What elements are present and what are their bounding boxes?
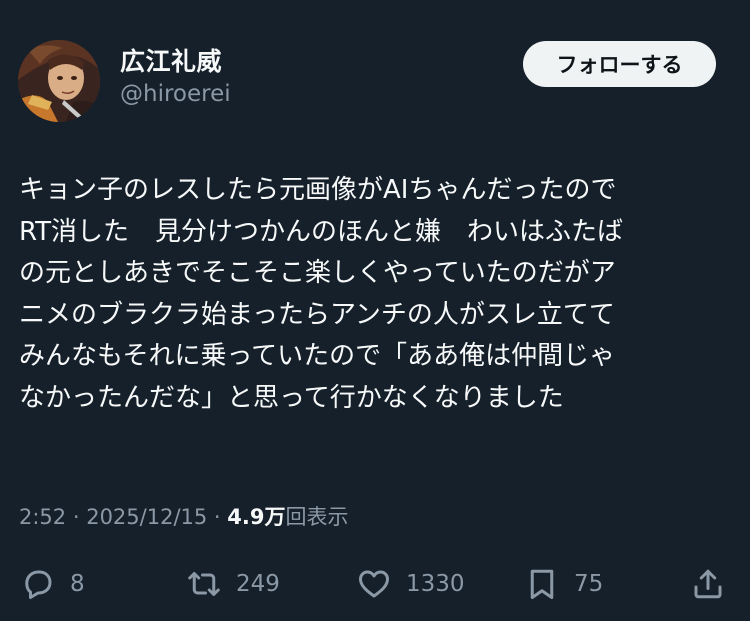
avatar-image xyxy=(18,40,100,122)
views-label: 回表示 xyxy=(285,505,349,529)
author-handle[interactable]: @hiroerei xyxy=(120,81,231,107)
author-name[interactable]: 広江礼威 xyxy=(120,42,222,78)
tweet-container: 広江礼威 @hiroerei フォローする キョン子のレスしたら元画像がAIちゃ… xyxy=(0,0,750,621)
views-count: 4.9万 xyxy=(227,505,286,529)
bookmark-count: 75 xyxy=(574,571,604,597)
heart-icon xyxy=(359,570,389,598)
tweet-meta: 2:52 · 2025/12/15 · 4.9万 回表示 xyxy=(19,501,348,531)
meta-separator: · xyxy=(66,505,87,529)
share-icon xyxy=(694,569,722,599)
tweet-date[interactable]: 2025/12/15 xyxy=(86,505,207,529)
avatar[interactable] xyxy=(18,40,100,122)
tweet-text-line: ニメのブラクラ始まったらアンチの人がスレ立てて xyxy=(19,299,615,330)
meta-separator: · xyxy=(207,505,228,529)
like-count: 1330 xyxy=(406,571,465,597)
follow-button[interactable]: フォローする xyxy=(523,41,716,87)
action-bar: 8 249 1330 75 xyxy=(0,558,750,610)
retweet-button[interactable]: 249 xyxy=(186,558,280,610)
retweet-icon xyxy=(188,572,220,596)
tweet-text-line: なかったんだな」と思って行かなくなりました xyxy=(19,382,564,413)
tweet-text-line: RT消した 見分けつかんのほんと嫌 わいはふたば xyxy=(19,216,624,247)
like-button[interactable]: 1330 xyxy=(356,558,465,610)
tweet-time[interactable]: 2:52 xyxy=(19,505,66,529)
tweet-text: キョン子のレスしたら元画像がAIちゃんだったので RT消した 見分けつかんのほん… xyxy=(19,170,731,419)
reply-icon xyxy=(25,570,52,599)
tweet-text-line: みんなもそれに乗っていたので「ああ俺は仲間じゃ xyxy=(19,341,616,371)
reply-button[interactable]: 8 xyxy=(20,558,85,610)
share-button[interactable] xyxy=(690,558,726,610)
tweet-text-line: の元としあきでそこそこ楽しくやっていたのだがア xyxy=(19,258,616,288)
bookmark-button[interactable]: 75 xyxy=(524,558,603,610)
reply-count: 8 xyxy=(70,571,85,597)
retweet-count: 249 xyxy=(236,571,280,597)
bookmark-icon xyxy=(530,569,554,599)
tweet-text-line: キョン子のレスしたら元画像がAIちゃんだったので xyxy=(19,175,617,205)
